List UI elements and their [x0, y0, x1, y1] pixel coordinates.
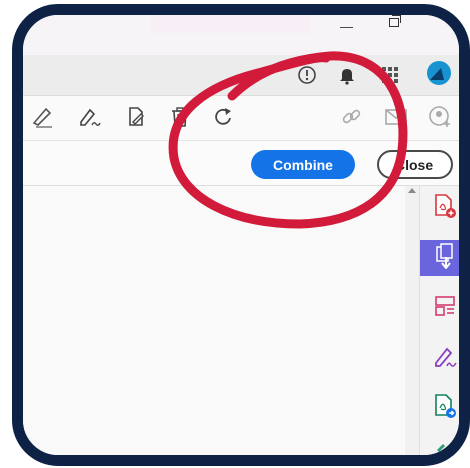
create-pdf-icon	[433, 242, 457, 274]
scroll-up-arrow-icon[interactable]	[408, 188, 416, 193]
delete-icon[interactable]	[167, 104, 193, 130]
file-list-area	[23, 186, 405, 455]
export-pdf-icon	[433, 193, 457, 224]
avatar[interactable]	[427, 61, 451, 85]
tool-export[interactable]	[420, 390, 459, 426]
tool-organize-pages[interactable]	[420, 290, 459, 326]
link-icon[interactable]	[339, 104, 365, 130]
help-icon[interactable]	[297, 65, 317, 90]
app-header	[23, 55, 459, 96]
device-frame: — Combine Close	[12, 4, 470, 466]
compress-icon	[433, 440, 457, 456]
apps-grid-icon[interactable]	[380, 65, 400, 90]
bell-icon[interactable]	[337, 65, 357, 90]
scrollbar[interactable]	[405, 186, 419, 455]
edit-pdf-icon[interactable]	[123, 104, 149, 130]
minimize-button[interactable]: —	[340, 19, 353, 34]
share-user-icon[interactable]	[427, 104, 453, 130]
maximize-button[interactable]	[389, 15, 401, 27]
action-bar: Combine Close	[23, 141, 459, 186]
organize-pages-icon	[433, 294, 457, 323]
toolbar	[23, 96, 459, 141]
fill-sign-icon[interactable]	[77, 104, 103, 130]
fill-sign-icon	[433, 344, 457, 373]
mail-icon[interactable]	[383, 104, 409, 130]
rotate-icon[interactable]	[211, 104, 237, 130]
tool-fill-sign[interactable]	[420, 340, 459, 376]
close-button[interactable]: Close	[377, 150, 453, 179]
tools-panel	[419, 186, 459, 456]
combine-button[interactable]: Combine	[251, 150, 355, 179]
title-tab-area	[151, 15, 311, 33]
title-bar: —	[23, 15, 459, 55]
tool-compress[interactable]	[420, 436, 459, 456]
highlight-icon[interactable]	[29, 104, 55, 130]
export-icon	[433, 393, 457, 424]
tool-export-pdf[interactable]	[420, 190, 459, 226]
tool-create-pdf[interactable]	[420, 240, 459, 276]
